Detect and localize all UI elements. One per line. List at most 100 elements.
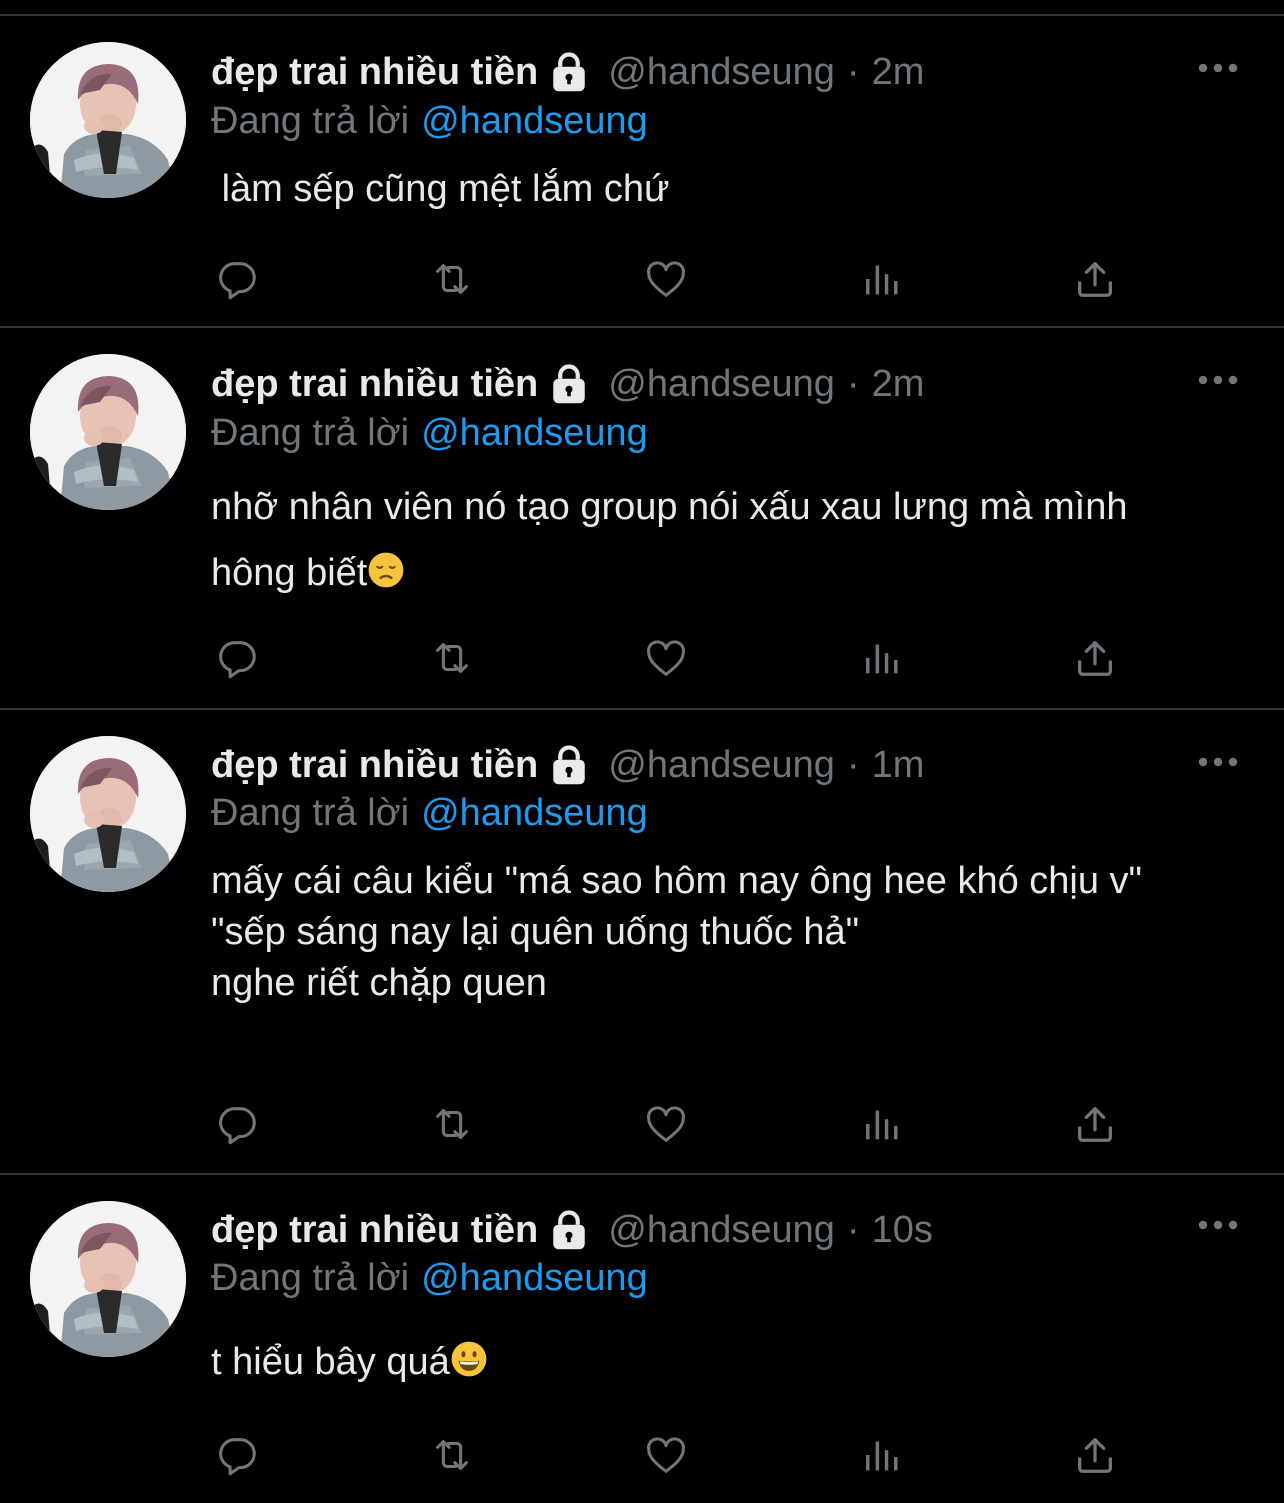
reply-icon	[214, 635, 260, 681]
share-button[interactable]	[1068, 1428, 1122, 1482]
avatar[interactable]	[30, 1201, 186, 1357]
like-icon	[643, 256, 689, 302]
action-bar	[0, 1428, 1284, 1482]
user-handle[interactable]: @handseung	[608, 737, 835, 793]
analytics-button[interactable]	[854, 631, 908, 685]
grinning-face-emoji	[450, 1340, 488, 1378]
tweet-text: mấy cái câu kiểu "má sao hôm nay ông hee…	[211, 856, 1251, 1009]
like-icon	[643, 635, 689, 681]
retweet-button[interactable]	[425, 631, 479, 685]
reply-button[interactable]	[210, 631, 264, 685]
replying-to-handle[interactable]: @handseung	[421, 412, 648, 454]
retweet-icon	[429, 256, 475, 302]
tweet-text: làm sếp cũng mệt lắm chứ	[211, 166, 1261, 212]
share-icon	[1072, 1432, 1118, 1478]
share-button[interactable]	[1068, 1097, 1122, 1151]
share-icon	[1072, 1101, 1118, 1147]
like-button[interactable]	[639, 252, 693, 306]
replying-to-handle[interactable]: @handseung	[421, 1257, 648, 1299]
display-name[interactable]: đẹp trai nhiều tiền	[211, 737, 538, 793]
replying-to-label: Đang trả lời	[211, 412, 410, 454]
lock-icon	[548, 744, 590, 786]
user-handle[interactable]: @handseung	[608, 1202, 835, 1258]
tweet-text: t hiểu bây quá	[211, 1337, 1261, 1387]
avatar-image	[30, 354, 186, 510]
retweet-button[interactable]	[425, 1428, 479, 1482]
replying-to: Đang trả lời @handseung	[211, 408, 648, 458]
avatar-image	[30, 42, 186, 198]
action-bar	[0, 252, 1284, 306]
lock-icon	[548, 1209, 590, 1251]
tweet-header: đẹp trai nhiều tiền @handseung · 10s	[211, 1202, 933, 1258]
analytics-button[interactable]	[854, 252, 908, 306]
analytics-icon	[858, 635, 904, 681]
tweet-text-content: làm sếp cũng mệt lắm chứ	[211, 168, 670, 210]
tweet-text-content: nhỡ nhân viên nó tạo group nói xấu xau l…	[211, 486, 1139, 594]
timestamp[interactable]: 10s	[872, 1202, 933, 1258]
avatar[interactable]	[30, 42, 186, 198]
tweet[interactable]: đẹp trai nhiều tiền @handseung · 2m Đang…	[0, 328, 1284, 710]
analytics-icon	[858, 1101, 904, 1147]
replying-to-label: Đang trả lời	[211, 1257, 410, 1299]
retweet-button[interactable]	[425, 1097, 479, 1151]
more-options-icon[interactable]	[1196, 58, 1240, 78]
retweet-icon	[429, 1101, 475, 1147]
like-button[interactable]	[639, 1097, 693, 1151]
timestamp[interactable]: 2m	[872, 356, 925, 412]
replying-to: Đang trả lời @handseung	[211, 96, 648, 146]
reply-button[interactable]	[210, 252, 264, 306]
timestamp[interactable]: 1m	[872, 737, 925, 793]
tweet[interactable]: đẹp trai nhiều tiền @handseung · 10s Đan…	[0, 1175, 1284, 1503]
lock-icon	[548, 51, 590, 93]
replying-to-handle[interactable]: @handseung	[421, 792, 648, 834]
display-name[interactable]: đẹp trai nhiều tiền	[211, 44, 538, 100]
more-options-icon[interactable]	[1196, 752, 1240, 772]
analytics-button[interactable]	[854, 1097, 908, 1151]
timestamp[interactable]: 2m	[872, 44, 925, 100]
analytics-button[interactable]	[854, 1428, 908, 1482]
more-options-icon[interactable]	[1196, 1215, 1240, 1235]
replying-to-label: Đang trả lời	[211, 792, 410, 834]
replying-to-handle[interactable]: @handseung	[421, 100, 648, 142]
separator-dot: ·	[846, 744, 860, 786]
like-button[interactable]	[639, 631, 693, 685]
reply-icon	[214, 1101, 260, 1147]
share-icon	[1072, 256, 1118, 302]
separator-dot: ·	[846, 1209, 860, 1251]
avatar-image	[30, 1201, 186, 1357]
analytics-icon	[858, 256, 904, 302]
tweet[interactable]: đẹp trai nhiều tiền @handseung · 1m Đang…	[0, 710, 1284, 1175]
disappointed-face-emoji	[367, 551, 405, 589]
display-name[interactable]: đẹp trai nhiều tiền	[211, 356, 538, 412]
share-button[interactable]	[1068, 631, 1122, 685]
lock-icon	[548, 363, 590, 405]
retweet-button[interactable]	[425, 252, 479, 306]
share-button[interactable]	[1068, 252, 1122, 306]
retweet-icon	[429, 635, 475, 681]
reply-button[interactable]	[210, 1097, 264, 1151]
display-name[interactable]: đẹp trai nhiều tiền	[211, 1202, 538, 1258]
separator-dot: ·	[846, 51, 860, 93]
avatar[interactable]	[30, 736, 186, 892]
user-handle[interactable]: @handseung	[608, 44, 835, 100]
like-icon	[643, 1432, 689, 1478]
avatar[interactable]	[30, 354, 186, 510]
tweet-header: đẹp trai nhiều tiền @handseung · 1m	[211, 737, 924, 793]
more-options-icon[interactable]	[1196, 370, 1240, 390]
tweet-header: đẹp trai nhiều tiền @handseung · 2m	[211, 44, 924, 100]
reply-icon	[214, 256, 260, 302]
reply-button[interactable]	[210, 1428, 264, 1482]
action-bar	[0, 631, 1284, 685]
like-button[interactable]	[639, 1428, 693, 1482]
tweet-text-content: mấy cái câu kiểu "má sao hôm nay ông hee…	[211, 860, 1143, 1004]
tweet[interactable]: đẹp trai nhiều tiền @handseung · 2m Đang…	[0, 16, 1284, 328]
retweet-icon	[429, 1432, 475, 1478]
user-handle[interactable]: @handseung	[608, 356, 835, 412]
reply-icon	[214, 1432, 260, 1478]
replying-to: Đang trả lời @handseung	[211, 1253, 648, 1303]
share-icon	[1072, 635, 1118, 681]
avatar-image	[30, 736, 186, 892]
tweet-header: đẹp trai nhiều tiền @handseung · 2m	[211, 356, 924, 412]
like-icon	[643, 1101, 689, 1147]
tweet-text-content: t hiểu bây quá	[211, 1341, 450, 1383]
